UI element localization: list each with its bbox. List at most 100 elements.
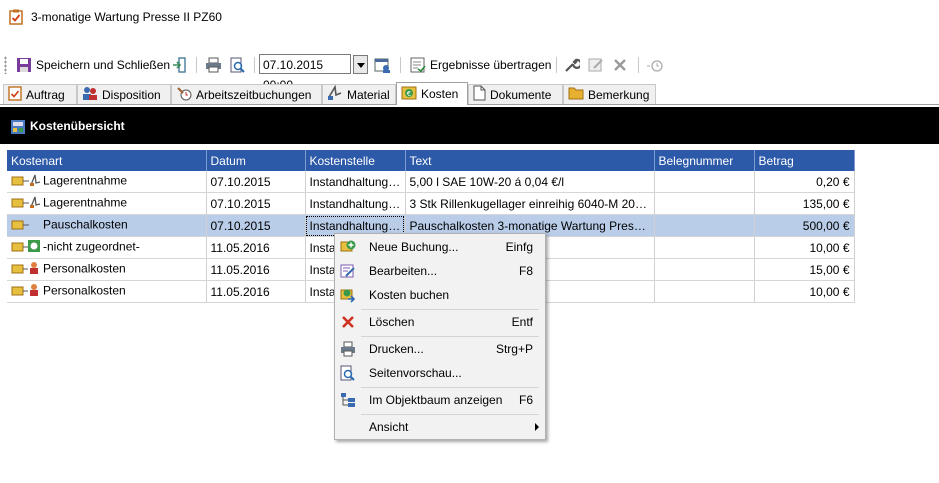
kostenart-text: Pauschalkosten (43, 217, 128, 232)
column-header-betrag[interactable]: Betrag (754, 150, 855, 171)
preview-button[interactable] (230, 54, 245, 76)
document-icon (473, 85, 490, 104)
column-header-kostenart[interactable]: Kostenart (7, 150, 207, 171)
kostenart-text: -nicht zugeordnet- (43, 239, 140, 254)
svg-text:€: € (407, 90, 411, 98)
print-button[interactable] (205, 54, 222, 76)
printer-icon (205, 57, 222, 73)
transfer-icon (410, 57, 426, 73)
tab-label: Kosten (421, 87, 459, 101)
transfer-results-button[interactable]: Ergebnisse übertragen (410, 54, 551, 76)
cell-datum: 07.10.2015 (206, 214, 306, 237)
save-close-button[interactable]: Speichern und Schließen (16, 54, 170, 76)
cell-betrag: 0,20 € (754, 171, 855, 193)
delete-icon (340, 314, 356, 333)
column-header-text[interactable]: Text (405, 150, 655, 171)
cell-belegnummer (654, 236, 755, 259)
window-title: 3-monatige Wartung Presse II PZ60 (31, 10, 222, 24)
column-header-belegnummer[interactable]: Belegnummer (654, 150, 755, 171)
menu-item-page-preview[interactable]: Seitenvorschau... (335, 361, 545, 385)
tab-strip: Auftrag Disposition Arbeitszeitbuchungen… (0, 82, 939, 105)
people-icon (82, 85, 102, 104)
cell-betrag: 500,00 € (754, 214, 855, 237)
date-input[interactable]: 07.10.2015 00:00 (259, 54, 351, 92)
tab-label: Disposition (102, 87, 161, 102)
tab-kosten[interactable]: € Kosten (396, 82, 468, 105)
personnel-cost-icon (11, 283, 41, 300)
wrench-icon (564, 57, 580, 73)
kostenart-text: Personalkosten (43, 261, 126, 276)
tab-label: Dokumente (490, 87, 552, 102)
tab-label: Bemerkung (588, 87, 650, 102)
table-header-row: Kostenart Datum Kostenstelle Text Belegn… (7, 150, 855, 171)
tab-dokumente[interactable]: Dokumente (468, 84, 563, 104)
toolbar-grip[interactable] (4, 56, 7, 74)
cell-belegnummer (654, 258, 755, 281)
tools-button[interactable] (564, 54, 580, 76)
clock-icon (646, 57, 664, 73)
calendar-user-icon (374, 57, 392, 74)
cell-kostenstelle: Instandhaltung ... (305, 192, 406, 215)
menu-item-delete[interactable]: Löschen Entf (335, 310, 545, 334)
cost-overview-icon (10, 119, 26, 138)
cell-betrag: 135,00 € (754, 192, 855, 215)
menu-item-label: Kosten buchen (369, 288, 450, 302)
cell-kostenart: Pauschalkosten (7, 214, 207, 237)
object-tree-icon (340, 392, 356, 411)
tab-auftrag[interactable]: Auftrag (3, 84, 77, 104)
cell-kostenart: Lagerentnahme (7, 171, 207, 193)
close-x-icon (613, 58, 627, 72)
edit-disabled-button[interactable] (588, 54, 605, 76)
cell-text: 5,00 l SAE 10W-20 á 0,04 €/l (405, 171, 655, 193)
cell-datum: 11.05.2016 (206, 280, 306, 303)
cell-kostenstelle: Instandhaltung ... (305, 171, 406, 193)
cell-text: 3 Stk Rillenkugellager einreihig 6040-M … (405, 192, 655, 215)
time-booking-icon (176, 85, 196, 104)
menu-item-label: Seitenvorschau... (369, 366, 462, 380)
submenu-arrow-icon (535, 423, 539, 431)
cell-belegnummer (654, 214, 755, 237)
page-preview-icon (230, 57, 245, 73)
column-header-kostenstelle[interactable]: Kostenstelle (305, 150, 406, 171)
cell-betrag: 15,00 € (754, 258, 855, 281)
cell-datum: 07.10.2015 (206, 192, 306, 215)
section-header: Kostenübersicht (0, 107, 939, 144)
close-window-button[interactable] (172, 54, 186, 76)
tab-disposition[interactable]: Disposition (77, 84, 171, 104)
table-row[interactable]: Lagerentnahme 07.10.2015 Instandhaltung … (7, 192, 855, 215)
tab-material[interactable]: Material (322, 84, 396, 104)
menu-item-show-in-tree[interactable]: Im Objektbaum anzeigen F6 (335, 388, 545, 412)
cell-belegnummer (654, 171, 755, 193)
unassigned-cost-icon (11, 239, 41, 256)
history-disabled-button[interactable] (646, 54, 664, 76)
kostenart-text: Lagerentnahme (43, 195, 128, 210)
edit-icon (340, 263, 356, 282)
tab-bemerkung[interactable]: Bemerkung (563, 84, 656, 104)
menu-item-print[interactable]: Drucken... Strg+P (335, 337, 545, 361)
menu-item-view[interactable]: Ansicht (335, 415, 545, 439)
column-header-datum[interactable]: Datum (206, 150, 306, 171)
menu-item-label: Ansicht (369, 420, 409, 434)
cell-kostenart: Personalkosten (7, 280, 207, 303)
tab-arbeitszeitbuchungen[interactable]: Arbeitszeitbuchungen (171, 84, 322, 104)
task-icon (9, 9, 23, 25)
tab-label: Material (347, 87, 390, 102)
menu-item-shortcut: F6 (518, 393, 533, 407)
menu-item-book-costs[interactable]: Kosten buchen (335, 283, 545, 307)
stock-withdrawal-icon (11, 195, 41, 212)
table-row[interactable]: Lagerentnahme 07.10.2015 Instandhaltung … (7, 171, 855, 193)
menu-item-new-booking[interactable]: Neue Buchung... Einfg (335, 235, 545, 259)
date-dropdown-button[interactable] (353, 55, 368, 74)
calendar-apply-button[interactable] (374, 54, 392, 76)
cell-kostenart: Lagerentnahme (7, 192, 207, 215)
edit-icon (588, 57, 605, 73)
menu-item-label: Bearbeiten... (369, 264, 438, 278)
kostenart-text: Personalkosten (43, 283, 126, 298)
menu-item-edit[interactable]: Bearbeiten... F8 (335, 259, 545, 283)
title-bar: 3-monatige Wartung Presse II PZ60 (0, 0, 939, 34)
cell-kostenart: Personalkosten (7, 258, 207, 281)
new-booking-icon (340, 239, 356, 258)
personnel-cost-icon (11, 261, 41, 278)
stock-withdrawal-icon (11, 173, 41, 190)
delete-disabled-button[interactable] (613, 54, 627, 76)
